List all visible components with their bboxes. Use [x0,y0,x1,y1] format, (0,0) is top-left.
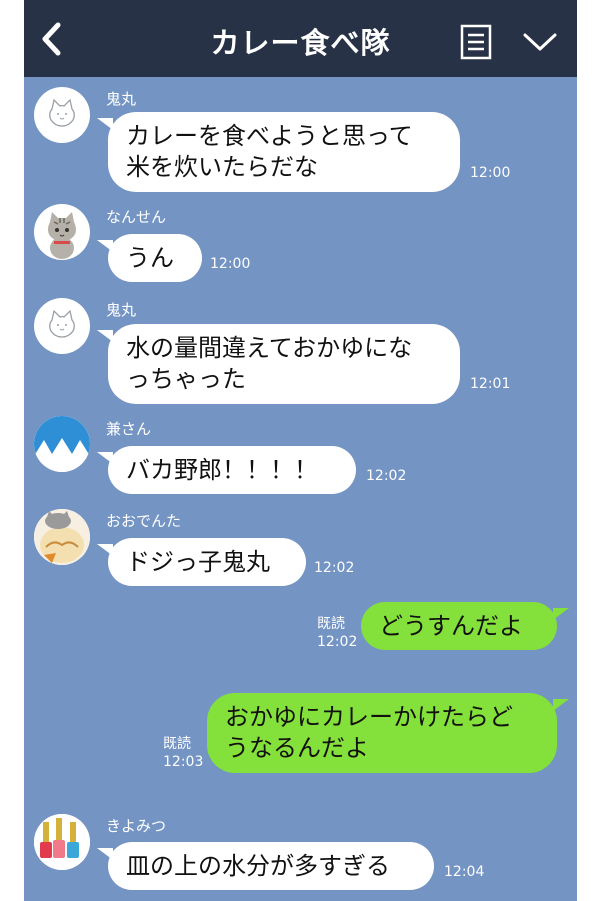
message-bubble[interactable]: バカ野郎！！！！ [108,446,356,494]
sender-name: 鬼丸 [106,301,137,319]
message-bubble[interactable]: うん [108,234,202,282]
message-line: ドジっ子鬼丸 [126,548,270,576]
message-time: 12:02 [314,560,355,576]
nail-polish-avatar-icon [34,814,90,870]
chat-header: カレー食べ隊 [24,0,577,77]
sender-name: きよみつ [106,817,167,835]
message-line: どうすんだよ [379,612,523,640]
read-label: 既読 [163,736,191,752]
sender-name: なんせん [106,208,167,226]
avatar[interactable] [34,814,90,870]
cat-outline-avatar-icon [49,309,75,338]
message-line: うん [126,244,174,272]
sender-name: 鬼丸 [106,90,137,108]
message-time: 12:01 [470,376,511,392]
chat-title: カレー食べ隊 [210,26,391,60]
avatar[interactable] [34,204,90,260]
message-line: 皿の上の水分が多すぎる [126,852,390,880]
avatar[interactable] [34,298,90,354]
chevron-down-icon [523,33,557,51]
message-time: 12:00 [210,256,251,272]
message-time: 12:02 [366,468,407,484]
message-bubble[interactable]: ドジっ子鬼丸 [108,538,306,586]
message-line: 米を炊いたらだな [126,153,318,181]
sender-name: おおでんた [106,512,182,530]
read-receipt: 既読 12:02 [317,615,357,651]
bubble-tail [553,699,569,711]
message-line: おかゆにカレーかけたらど [225,703,513,731]
message-time: 12:02 [317,634,358,650]
sender-name: 兼さん [106,420,152,438]
bubble-tail [553,608,569,620]
note-button[interactable] [460,24,492,60]
message-time: 12:04 [444,864,485,880]
mountain-avatar-icon [34,416,90,472]
message-bubble[interactable]: カレーを食べようと思って 米を炊いたらだな [108,112,460,192]
note-list-icon [460,24,492,60]
expand-button[interactable] [522,30,558,54]
message-time: 12:03 [163,754,204,770]
message-bubble[interactable]: どうすんだよ [361,602,557,650]
message-bubble[interactable]: 皿の上の水分が多すぎる [108,842,434,890]
avatar[interactable] [34,87,90,143]
message-time: 12:00 [470,165,511,181]
message-line: 水の量間違えておかゆにな [126,334,413,362]
avatar[interactable] [34,416,90,472]
chat-screen: カレー食べ隊 鬼丸 カレーを食べようと思って 米を炊いたらだな 12:00 なん… [24,0,577,901]
message-line: うなるんだよ [225,734,369,762]
avatar[interactable] [34,509,90,565]
tabby-cat-avatar-icon [48,212,76,259]
message-line: バカ野郎！！！！ [126,456,318,484]
message-line: っちゃった [126,365,246,393]
cat-outline-avatar-icon [49,98,75,127]
bread-cat-avatar-icon [34,509,90,565]
message-bubble[interactable]: 水の量間違えておかゆにな っちゃった [108,324,460,404]
message-bubble[interactable]: おかゆにカレーかけたらど うなるんだよ [207,693,557,773]
message-line: カレーを食べようと思って [126,122,413,150]
read-receipt: 既読 12:03 [163,735,203,771]
read-label: 既読 [317,616,345,632]
